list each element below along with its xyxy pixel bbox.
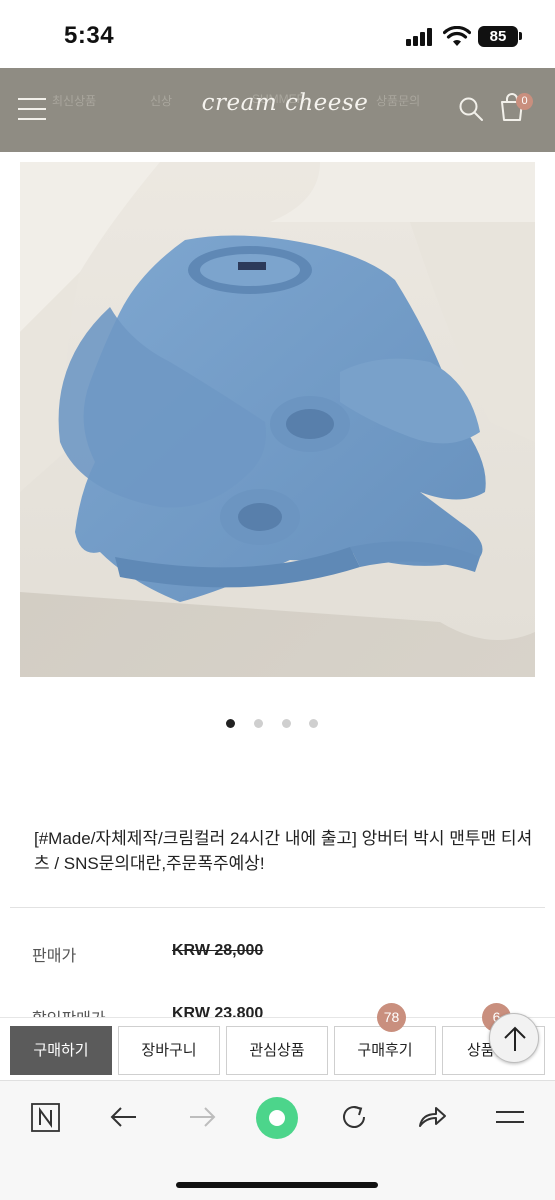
gallery-dot-1[interactable]: [226, 719, 235, 728]
add-to-cart-button[interactable]: 장바구니: [118, 1026, 220, 1075]
forward-icon[interactable]: [186, 1101, 218, 1133]
original-price: KRW 28,000: [172, 942, 264, 959]
buy-button[interactable]: 구매하기: [10, 1026, 112, 1075]
status-time: 5:34: [64, 22, 115, 49]
scroll-top-button[interactable]: [489, 1013, 539, 1063]
sweatshirt-photo: [20, 162, 535, 677]
green-dot-icon[interactable]: [255, 1096, 299, 1140]
product-image[interactable]: [20, 162, 535, 677]
reviews-button[interactable]: 구매후기: [334, 1026, 436, 1075]
gallery-dot-3[interactable]: [282, 719, 291, 728]
menu-icon[interactable]: [18, 98, 46, 120]
price-label: 판매가: [32, 948, 77, 965]
product-title: [#Made/자체제작/크림컬러 24시간 내에 출고] 앙버터 박시 맨투맨 …: [34, 829, 533, 873]
gallery-pagination: [226, 719, 326, 731]
battery-tip: [519, 32, 522, 40]
ghost-nav-item: 최신상품: [52, 94, 97, 108]
cart-count-badge: 0: [516, 93, 533, 110]
purchase-action-bar: 구매하기 장바구니 관심상품 구매후기 상품문의: [0, 1017, 555, 1079]
wifi-icon: [443, 26, 471, 46]
arrow-up-icon: [504, 1026, 526, 1051]
battery-indicator: 85: [478, 26, 518, 47]
reviews-count-badge: 78: [377, 1003, 406, 1032]
brand-logo[interactable]: cream cheese: [200, 90, 370, 116]
refresh-icon[interactable]: [338, 1101, 370, 1133]
search-icon[interactable]: [458, 96, 484, 122]
ghost-nav-item: 신상: [150, 94, 173, 108]
divider: [10, 907, 545, 908]
status-bar: 5:34 85: [0, 0, 555, 68]
signal-icon: [406, 28, 434, 46]
hamburger-menu-icon[interactable]: [494, 1101, 526, 1133]
naver-n-icon[interactable]: [30, 1101, 62, 1133]
home-indicator: [176, 1182, 378, 1188]
back-icon[interactable]: [108, 1101, 140, 1133]
share-icon[interactable]: [416, 1101, 448, 1133]
site-header: 최신상품 신상 SUMMER 상품문의 cream cheese 0: [0, 68, 555, 152]
gallery-dot-2[interactable]: [254, 719, 263, 728]
ghost-nav-item: 상품문의: [376, 94, 421, 108]
gallery-dot-4[interactable]: [309, 719, 318, 728]
wishlist-button[interactable]: 관심상품: [226, 1026, 328, 1075]
